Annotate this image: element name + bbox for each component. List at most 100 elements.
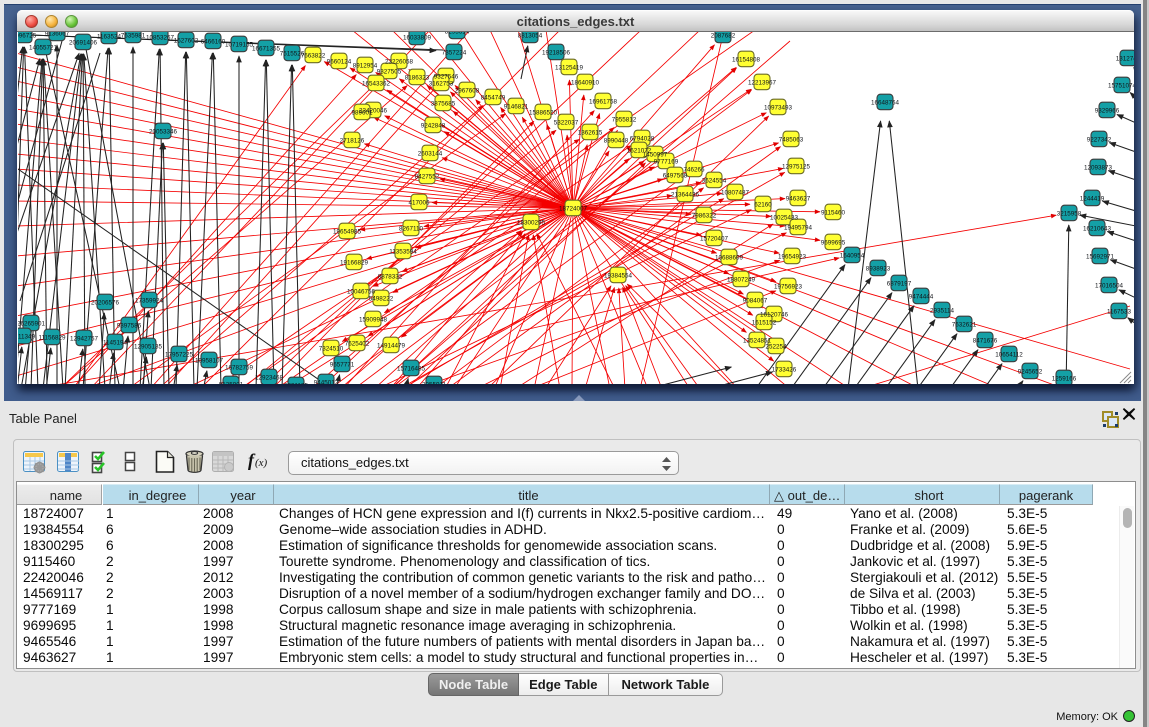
svg-text:7485063: 7485063 (779, 137, 804, 144)
svg-text:26265901: 26265901 (18, 321, 45, 328)
svg-text:9660124: 9660124 (327, 59, 352, 66)
svg-text:8427552: 8427552 (415, 174, 440, 181)
svg-text:7635981: 7635981 (121, 33, 146, 40)
svg-text:1145194: 1145194 (103, 340, 128, 347)
svg-text:16210643: 16210643 (1083, 226, 1112, 233)
svg-text:6231175: 6231175 (284, 383, 309, 385)
svg-text:252254: 252254 (765, 344, 787, 351)
svg-text:989601: 989601 (351, 110, 373, 117)
svg-text:23226058: 23226058 (385, 59, 414, 66)
svg-text:9474444: 9474444 (909, 294, 934, 301)
svg-text:8471676: 8471676 (973, 338, 998, 345)
svg-text:12923468: 12923468 (255, 375, 284, 382)
svg-text:1312744: 1312744 (1116, 56, 1134, 63)
svg-text:2967608: 2967608 (455, 88, 480, 95)
svg-text:17359924: 17359924 (135, 298, 164, 305)
svg-text:9146821: 9146821 (504, 104, 529, 111)
svg-text:9136067: 9136067 (45, 32, 70, 38)
svg-text:7955812: 7955812 (612, 117, 637, 124)
svg-text:16154808: 16154808 (732, 57, 761, 64)
svg-text:10973493: 10973493 (764, 105, 793, 112)
svg-text:15720407: 15720407 (700, 236, 729, 243)
svg-text:16671355: 16671355 (252, 46, 281, 53)
svg-text:9242848: 9242848 (421, 123, 446, 130)
svg-text:6466160: 6466160 (201, 39, 226, 46)
svg-text:6879197: 6879197 (887, 281, 912, 288)
svg-text:9327546: 9327546 (434, 74, 459, 81)
svg-text:6497568: 6497568 (663, 173, 688, 180)
svg-text:20206576: 20206576 (91, 300, 120, 307)
svg-text:1244419: 1244419 (1080, 196, 1105, 203)
svg-text:11353594: 11353594 (389, 249, 417, 256)
svg-text:18724007: 18724007 (559, 206, 588, 213)
svg-text:7632621: 7632621 (952, 322, 977, 329)
svg-text:17016504: 17016504 (1095, 283, 1124, 290)
svg-text:1259166: 1259166 (1052, 376, 1077, 383)
svg-text:8125901: 8125901 (219, 382, 244, 385)
svg-text:19166829: 19166829 (340, 260, 369, 267)
svg-text:10807487: 10807487 (721, 190, 750, 197)
svg-text:21364436: 21364436 (671, 192, 700, 199)
svg-text:10688609: 10688609 (715, 255, 744, 262)
svg-text:9227342: 9227342 (1087, 137, 1112, 144)
svg-text:19495794: 19495794 (784, 225, 813, 232)
svg-text:10654112: 10654112 (995, 352, 1023, 359)
svg-text:1450997: 1450997 (643, 152, 668, 159)
svg-text:10025433: 10025433 (770, 215, 799, 222)
svg-text:1640954: 1640954 (840, 253, 865, 260)
svg-text:7357224: 7357224 (442, 50, 467, 57)
svg-text:8454749: 8454749 (481, 95, 506, 102)
svg-text:8990448: 8990448 (604, 138, 629, 145)
svg-text:1163524: 1163524 (97, 34, 122, 41)
svg-text:20053346: 20053346 (149, 129, 178, 136)
svg-text:417006: 417006 (408, 200, 430, 207)
svg-text:10958107: 10958107 (195, 358, 224, 365)
svg-text:1527602: 1527602 (174, 38, 199, 45)
svg-text:16961758: 16961758 (589, 99, 618, 106)
svg-text:12213967: 12213967 (748, 80, 777, 87)
svg-text:7625402: 7625402 (345, 341, 370, 348)
svg-text:15716485: 15716485 (397, 366, 426, 373)
svg-text:8813054: 8813054 (518, 33, 543, 40)
svg-text:15751074: 15751074 (1108, 83, 1134, 90)
svg-text:16033809: 16033809 (403, 35, 432, 42)
svg-text:8267110: 8267110 (399, 226, 424, 233)
svg-text:18300295: 18300295 (517, 220, 546, 227)
svg-text:2096725: 2096725 (18, 33, 37, 40)
svg-text:9463627: 9463627 (786, 196, 811, 203)
svg-text:12975125: 12975125 (782, 164, 811, 171)
svg-text:2718126: 2718126 (340, 138, 365, 145)
svg-text:2055911: 2055911 (422, 382, 447, 385)
svg-text:14914479: 14914479 (377, 343, 406, 350)
svg-text:8912954: 8912954 (353, 63, 378, 70)
svg-text:(x): (x) (255, 457, 268, 469)
svg-text:2603144: 2603144 (418, 151, 443, 158)
svg-text:19654923: 19654923 (778, 254, 807, 261)
svg-text:3162753: 3162753 (429, 81, 454, 88)
svg-text:6794028: 6794028 (630, 136, 655, 143)
svg-text:10046756: 10046756 (347, 289, 376, 296)
svg-text:9245652: 9245652 (1018, 369, 1043, 376)
svg-text:2087682: 2087682 (711, 33, 736, 40)
svg-text:5322037: 5322037 (554, 120, 579, 127)
svg-text:7986322: 7986322 (692, 213, 717, 220)
svg-text:8295614: 8295614 (445, 32, 470, 36)
svg-text:9327505: 9327505 (377, 69, 402, 76)
svg-text:3624554: 3624554 (702, 178, 727, 185)
svg-text:19218506: 19218506 (542, 50, 571, 57)
svg-text:13125419: 13125419 (555, 65, 584, 72)
svg-text:14055721: 14055721 (29, 45, 58, 52)
svg-text:3875685: 3875685 (431, 101, 456, 108)
svg-text:9084067: 9084067 (743, 298, 768, 305)
svg-text:12942757: 12942757 (70, 336, 99, 343)
svg-text:62160: 62160 (754, 202, 772, 209)
svg-text:1362615: 1362615 (578, 130, 603, 137)
svg-text:11156829: 11156829 (38, 335, 66, 342)
svg-text:1167533: 1167533 (1107, 309, 1132, 316)
svg-text:15886520: 15886520 (529, 110, 558, 117)
svg-text:3215958: 3215958 (1057, 211, 1082, 218)
svg-text:19654985: 19654985 (333, 229, 362, 236)
svg-text:16120746: 16120746 (760, 312, 789, 319)
svg-text:9115460: 9115460 (821, 210, 846, 217)
svg-text:1615152: 1615152 (752, 320, 777, 327)
